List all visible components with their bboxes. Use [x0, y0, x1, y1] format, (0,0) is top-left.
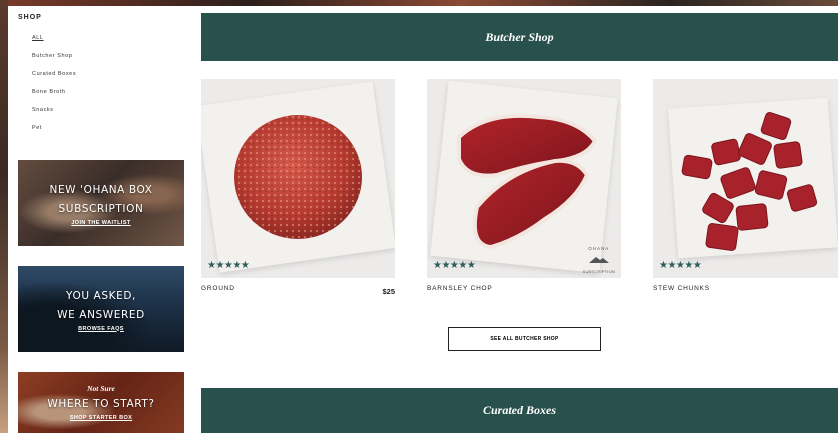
left-edge-image: [0, 0, 8, 433]
ground-meat-patty: [234, 115, 362, 239]
product-name: BARNSLEY CHOP: [427, 285, 493, 292]
badge-subscription-text: SUBSCRIPTION: [582, 269, 615, 274]
promo-faqs[interactable]: YOU ASKED, WE ANSWERED BROWSE FAQS: [18, 266, 184, 352]
shop-sidebar: SHOP ALL Butcher Shop Curated Boxes Bone…: [8, 6, 193, 433]
filter-butcher-shop[interactable]: Butcher Shop: [32, 52, 76, 70]
ohana-subscription-badge: OHANA SUBSCRIPTION: [583, 246, 615, 274]
rating-stars: ★★★★★: [207, 260, 250, 271]
product-card-ground[interactable]: ★★★★★ GROUND $25: [201, 79, 395, 296]
shop-starter-box-link[interactable]: SHOP STARTER BOX: [70, 415, 132, 421]
filter-all[interactable]: ALL: [32, 34, 76, 52]
filter-curated-boxes[interactable]: Curated Boxes: [32, 70, 76, 88]
promo-faqs-heading-2: WE ANSWERED: [57, 308, 145, 321]
promo-faqs-heading-1: YOU ASKED,: [66, 289, 136, 302]
rating-stars: ★★★★★: [433, 260, 476, 271]
filter-bone-broth[interactable]: Bone Broth: [32, 88, 76, 106]
product-image-barnsley-chop: ★★★★★ OHANA SUBSCRIPTION: [427, 79, 621, 278]
badge-ohana-text: OHANA: [588, 246, 610, 251]
browse-faqs-link[interactable]: BROWSE FAQS: [78, 326, 124, 332]
product-image-stew-chunks: ★★★★★: [653, 79, 838, 278]
mountain-icon: [588, 257, 609, 263]
filter-snacks[interactable]: Snacks: [32, 106, 76, 124]
filter-pet[interactable]: Pet: [32, 124, 76, 142]
product-name: STEW CHUNKS: [653, 285, 710, 292]
product-card-stew-chunks[interactable]: ★★★★★ STEW CHUNKS $: [653, 79, 838, 292]
stew-chunks-meat: [681, 112, 818, 251]
rating-stars: ★★★★★: [659, 260, 702, 271]
product-card-barnsley-chop[interactable]: ★★★★★ OHANA SUBSCRIPTION BARNSLEY CHOP: [427, 79, 621, 292]
curated-boxes-heading: Curated Boxes: [482, 403, 556, 417]
category-filter-list: ALL Butcher Shop Curated Boxes Bone Brot…: [32, 34, 76, 142]
promo-starter-heading: WHERE TO START?: [47, 398, 155, 410]
sidebar-title: SHOP: [18, 14, 42, 21]
promo-starter-box[interactable]: Not Sure WHERE TO START? SHOP STARTER BO…: [18, 372, 184, 433]
promo-ohana-heading-2: SUBSCRIPTION: [58, 202, 144, 215]
butcher-shop-banner: Butcher Shop: [201, 13, 838, 61]
product-name: GROUND: [201, 285, 235, 292]
promo-ohana-box[interactable]: NEW 'OHANA BOX SUBSCRIPTION JOIN THE WAI…: [18, 160, 184, 246]
join-waitlist-link[interactable]: JOIN THE WAITLIST: [71, 220, 130, 226]
butcher-shop-heading: Butcher Shop: [485, 29, 554, 44]
product-price: $25: [382, 287, 395, 296]
curated-boxes-banner: Curated Boxes: [201, 388, 838, 433]
promo-ohana-heading-1: NEW 'OHANA BOX: [49, 183, 153, 196]
see-all-butcher-shop-button[interactable]: SEE ALL BUTCHER SHOP: [448, 327, 601, 351]
product-image-ground: ★★★★★: [201, 79, 395, 278]
promo-starter-eyebrow: Not Sure: [87, 384, 115, 393]
